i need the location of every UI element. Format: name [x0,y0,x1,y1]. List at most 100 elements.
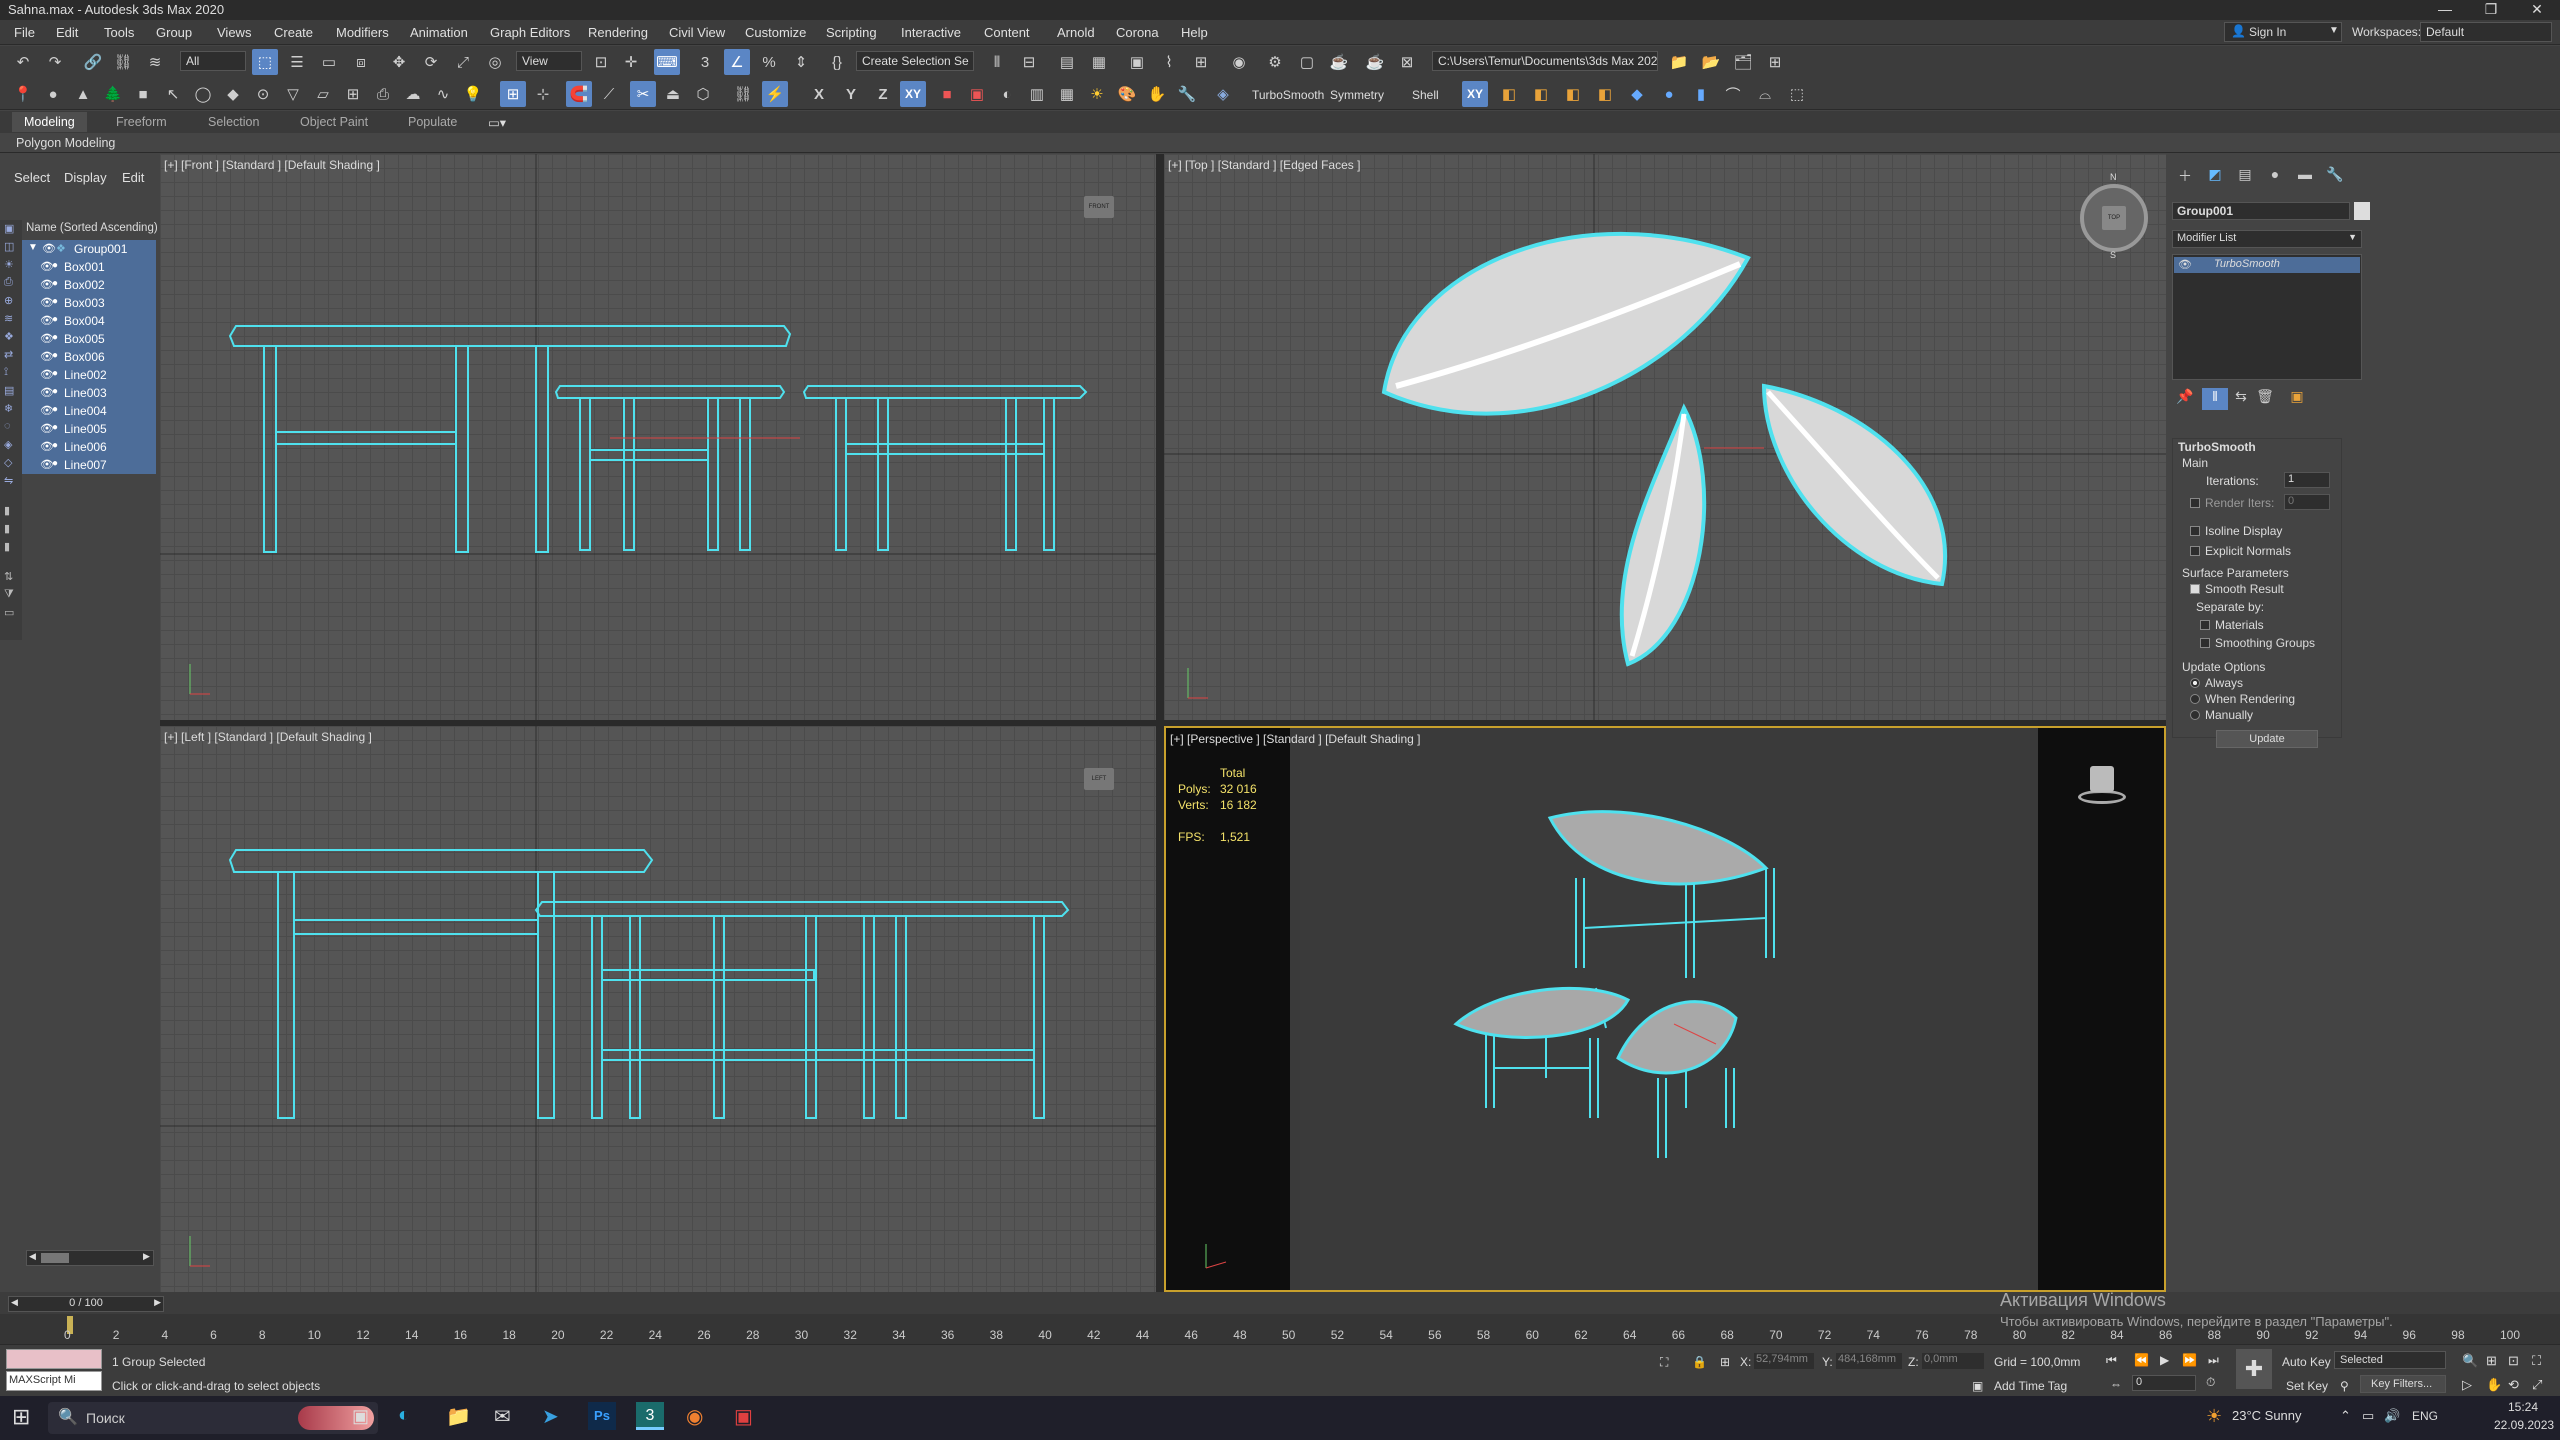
link-icon[interactable]: 🔗 [80,49,106,75]
filter-none-icon[interactable]: ◇ [4,456,18,470]
menu-help[interactable]: Help [1181,25,1208,40]
time-config-icon[interactable]: ⏱ [2206,1375,2215,1390]
align-icon[interactable]: ⊟ [1016,49,1042,75]
make-unique-icon[interactable]: ⇆ [2228,388,2254,410]
filter-lights-icon[interactable]: ☀ [4,258,18,272]
when-rendering-radio[interactable]: When Rendering [2190,692,2295,706]
auto-key-button[interactable]: Auto Key [2282,1355,2331,1369]
maxscript-mini-input[interactable]: MAXScript Mi [6,1371,102,1391]
scene-scrollbar[interactable]: ◀ ▶ [26,1250,154,1266]
tree-item[interactable]: 👁 ● Line002 [22,366,156,384]
mirror-icon[interactable]: ⫴ [984,49,1010,75]
menu-scripting[interactable]: Scripting [826,25,877,40]
layer-explorer-icon[interactable]: ▦ [1086,49,1112,75]
telegram-icon[interactable]: ➤ [542,1404,559,1429]
palette-icon[interactable]: 🎨 [1114,81,1140,107]
orbit-icon[interactable]: ⟲ [2508,1377,2519,1393]
cursor-icon[interactable]: ↖ [160,81,186,107]
unlink-icon[interactable]: ⛓ [110,49,136,75]
menu-group[interactable]: Group [156,25,192,40]
angle-snap-icon[interactable]: ∠ [724,49,750,75]
filter-containers-icon[interactable]: ▤ [4,384,18,398]
camera-icon[interactable]: ⎙ [370,81,396,107]
update-button[interactable]: Update [2216,730,2318,748]
menu-create[interactable]: Create [274,25,313,40]
snap-point-icon[interactable]: ⊹ [530,81,556,107]
scroll-thumb[interactable] [41,1253,69,1263]
torus-icon[interactable]: ⊙ [250,81,276,107]
layer-icon[interactable]: ▭ [4,606,18,620]
time-slider[interactable]: ◀ 0 / 100 ▶ [8,1296,164,1312]
rendered-frame-icon[interactable]: ▢ [1294,49,1320,75]
plane-icon[interactable]: ▱ [310,81,336,107]
project-open-icon[interactable]: 📂 [1698,49,1724,75]
tree-item[interactable]: 👁 ● Line003 [22,384,156,402]
motion-tab-icon[interactable]: ● [2262,166,2288,188]
render-production-icon[interactable]: ☕ [1326,49,1352,75]
cut-icon[interactable]: ✂ [630,81,656,107]
menu-graph-editors[interactable]: Graph Editors [490,25,570,40]
y-field[interactable]: 484,168mm [1836,1353,1902,1369]
rotate-icon[interactable]: ⟳ [418,49,444,75]
chamfer-icon[interactable]: ⛓ [730,81,756,107]
cloud-icon[interactable]: ☁ [400,81,426,107]
viewcube-icon[interactable] [2074,760,2130,810]
axis-x-button[interactable]: X [806,81,832,107]
app-orange-icon[interactable]: ◉ [686,1404,703,1429]
tree-icon[interactable]: 🌲 [100,81,126,107]
z-field[interactable]: 0,0mm [1922,1353,1984,1369]
tree-item[interactable]: 👁 ● Box004 [22,312,156,330]
task-view-icon[interactable]: ▣ [352,1406,369,1427]
lock-icon[interactable]: 🔒 [1692,1355,1707,1369]
filter-cameras-icon[interactable]: ⎙ [4,276,18,290]
x-field[interactable]: 52,794mm [1754,1353,1814,1369]
scroll-right-icon[interactable]: ▶ [143,1251,150,1262]
project-settings-icon[interactable]: 🗂 [1730,49,1756,75]
filter-hidden-icon[interactable]: ◌ [4,420,18,434]
spline-b-icon[interactable]: ⌓ [1752,81,1778,107]
spline-a-icon[interactable]: ⌒ [1720,81,1746,107]
scroll-left-icon[interactable]: ◀ [29,1251,36,1262]
key-filter-icon[interactable]: ⚲ [2340,1379,2349,1393]
tree-item[interactable]: 👁 ● Box005 [22,330,156,348]
explicit-normals-checkbox[interactable]: Explicit Normals [2190,544,2291,558]
clock-date[interactable]: 22.09.2023 [2494,1418,2554,1432]
tree-group[interactable]: ▼ 👁 ❖ Group001 [22,240,156,258]
menu-corona[interactable]: Corona [1116,25,1159,40]
spline-icon[interactable]: ∿ [430,81,456,107]
set-key-button[interactable]: Set Key [2286,1379,2328,1393]
tab-object-paint[interactable]: Object Paint [300,115,368,129]
cube-c-icon[interactable]: ◧ [1560,81,1586,107]
manually-radio[interactable]: Manually [2190,708,2253,722]
explorer-icon[interactable]: 📁 [446,1404,471,1429]
clock-time[interactable]: 15:24 [2508,1400,2538,1414]
volume-icon[interactable]: 🔊 [2384,1408,2400,1424]
display-influences-icon[interactable]: ▮ [4,522,18,536]
tree-item[interactable]: 👁 ● Line004 [22,402,156,420]
menu-content[interactable]: Content [984,25,1030,40]
vfb-icon[interactable]: ▣ [964,81,990,107]
ribbon-sub-label[interactable]: Polygon Modeling [16,136,115,150]
light-icon[interactable]: 💡 [460,81,486,107]
maxscript-listener[interactable] [6,1349,102,1369]
selection-filter-dropdown[interactable]: All [180,51,246,71]
tab-populate[interactable]: Populate [408,115,457,129]
materials-checkbox[interactable]: Materials [2200,618,2264,632]
spline-c-icon[interactable]: ⬚ [1784,81,1810,107]
next-frame-icon[interactable]: ⏩ [2182,1353,2197,1367]
close-button[interactable]: ✕ [2514,1,2560,18]
placement-icon[interactable]: ◎ [482,49,508,75]
shapes-icon[interactable]: ◆ [220,81,246,107]
tree-item[interactable]: 👁 ● Box003 [22,294,156,312]
move-icon[interactable]: ✥ [386,49,412,75]
render-activeshade-icon[interactable]: ⊠ [1394,49,1420,75]
viewport-left[interactable]: [+] [Left ] [Standard ] [Default Shading… [160,726,1156,1292]
menu-modifiers[interactable]: Modifiers [336,25,389,40]
create-tab-icon[interactable]: ＋ [2172,166,2198,188]
filter-helpers-icon[interactable]: ⊕ [4,294,18,308]
scene-tab-edit[interactable]: Edit [122,170,144,185]
minimize-button[interactable]: — [2422,1,2468,17]
keyboard-shortcut-icon[interactable]: ⌨ [654,49,680,75]
filter-xrefs-icon[interactable]: ⇄ [4,348,18,362]
viewport-front[interactable]: [+] [Front ] [Standard ] [Default Shadin… [160,154,1156,720]
